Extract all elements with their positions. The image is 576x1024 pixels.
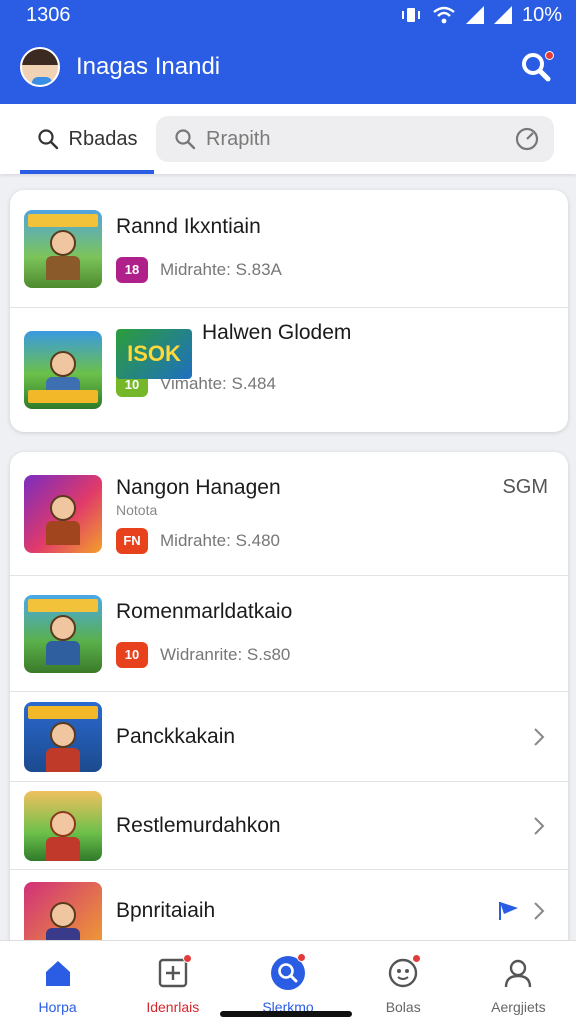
search-icon: [175, 129, 196, 150]
game-list-card-2: Nangon Hanagen Notota FN Midrahte: S.480…: [10, 452, 568, 952]
notification-dot: [412, 954, 422, 963]
nav-home[interactable]: Horpa: [0, 941, 115, 1024]
app-bar: Inagas Inandi: [0, 30, 576, 104]
nav-label: Horpa: [38, 999, 77, 1015]
game-thumbnail: [24, 209, 102, 288]
game-meta-text: Midrahte: S.480: [160, 530, 281, 550]
list-item[interactable]: ISOK Halwen Glodem 10 Vimahte: S.484: [10, 308, 568, 432]
search-button[interactable]: [516, 47, 556, 87]
game-title: Nangon Hanagen: [116, 475, 281, 499]
game-meta: FN Midrahte: S.480: [116, 527, 550, 554]
game-title: Bpnritaiaih: [116, 899, 216, 922]
home-icon: [40, 955, 76, 991]
game-title: Panckkakain: [116, 724, 236, 748]
list-item[interactable]: Rannd Ikxntiain 18 Midrahte: S.83A: [10, 190, 568, 308]
signal-icon-2: [493, 6, 512, 24]
list-item[interactable]: Romenmarldatkaio 10 Widranrite: S.s80: [10, 576, 568, 692]
game-meta-text: Midrahte: S.83A: [160, 259, 282, 279]
wifi-icon: [433, 6, 455, 24]
status-time: 1306: [26, 3, 71, 26]
home-indicator[interactable]: [220, 1011, 352, 1017]
game-title: Halwen Glodem: [202, 321, 352, 344]
list-item[interactable]: Restlemurdahkon: [10, 782, 568, 870]
add-box-icon: [155, 954, 192, 991]
notification-dot: [182, 954, 192, 963]
chevron-right-icon[interactable]: [532, 815, 546, 837]
nav-label: Aergjiets: [491, 999, 546, 1015]
game-meta-text: Widranrite: S.s80: [160, 644, 291, 664]
search-input[interactable]: [206, 127, 504, 151]
game-thumbnail: [24, 594, 102, 673]
battery-level: 10%: [521, 3, 562, 26]
tab-active[interactable]: Rbadas: [20, 104, 154, 174]
rewards-icon: [385, 954, 422, 991]
game-thumbnail: [24, 474, 102, 553]
tab-label: Rbadas: [68, 127, 138, 150]
game-title: Rannd Ikxntiain: [116, 214, 261, 238]
search-box[interactable]: [156, 116, 554, 162]
age-badge: 10: [116, 641, 148, 668]
list-item[interactable]: Panckkakain: [10, 692, 568, 782]
avatar[interactable]: [20, 47, 60, 87]
notification-dot: [297, 953, 306, 962]
nav-label: Bolas: [385, 999, 421, 1015]
age-badge: FN: [116, 527, 148, 554]
game-title: Romenmarldatkaio: [116, 599, 293, 623]
game-thumbnail: [24, 790, 102, 861]
status-bar: 1306 10%: [0, 0, 576, 30]
search-badge-icon: [270, 953, 306, 991]
nav-label: Idenrlais: [146, 999, 200, 1015]
game-title: Restlemurdahkon: [116, 813, 281, 837]
nav-rewards[interactable]: Bolas: [346, 941, 461, 1024]
nav-updates[interactable]: Idenrlais: [115, 941, 230, 1024]
tabs-bar: Rbadas: [0, 104, 576, 174]
page-title: Inagas Inandi: [76, 53, 221, 80]
game-meta: 10 Widranrite: S.s80: [116, 641, 550, 668]
signal-icon: [465, 6, 484, 24]
game-subtitle: Notota: [116, 501, 158, 518]
notification-dot: [545, 51, 554, 60]
game-meta: 18 Midrahte: S.83A: [116, 256, 550, 283]
chevron-right-icon[interactable]: [532, 900, 546, 922]
chevron-right-icon[interactable]: [532, 726, 546, 748]
age-badge: 18: [116, 256, 148, 283]
status-icons: 10%: [400, 4, 562, 27]
account-icon: [500, 955, 536, 991]
list-item[interactable]: Nangon Hanagen Notota FN Midrahte: S.480…: [10, 452, 568, 576]
game-thumbnail: [24, 701, 102, 772]
size-label: SGM: [502, 476, 548, 498]
game-logo: ISOK: [116, 329, 192, 379]
search-icon: [37, 129, 58, 150]
vibrate-icon: [401, 8, 420, 22]
flag-icon: [499, 902, 518, 920]
nav-account[interactable]: Aergjiets: [461, 941, 576, 1024]
refresh-icon[interactable]: [514, 126, 540, 152]
game-list-card-1: Rannd Ikxntiain 18 Midrahte: S.83A ISOK …: [10, 190, 568, 432]
game-thumbnail: [24, 331, 102, 409]
